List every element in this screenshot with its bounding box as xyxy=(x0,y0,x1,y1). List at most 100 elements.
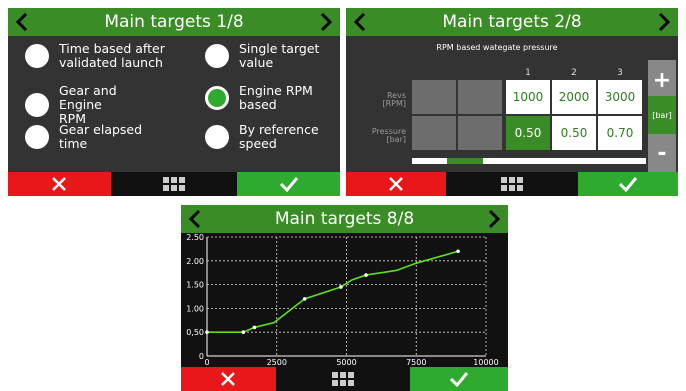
option-label: Engine RPM based xyxy=(239,83,313,112)
y-tick-label: 2.50 xyxy=(186,233,204,242)
decrement-button[interactable]: - xyxy=(648,134,676,172)
confirm-button[interactable] xyxy=(578,172,678,196)
cancel-button[interactable] xyxy=(8,172,111,196)
grid-menu-icon xyxy=(163,177,185,191)
increment-button[interactable]: + xyxy=(648,60,676,100)
confirm-button[interactable] xyxy=(409,367,508,391)
x-tick-label: 2500 xyxy=(267,358,287,367)
y-tick-label: 0 xyxy=(199,352,204,361)
chevron-right-icon xyxy=(658,12,671,32)
option-label: Gear elapsed time xyxy=(59,122,143,151)
option-gear-engine-rpm[interactable]: Gear and Engine RPM xyxy=(25,84,175,126)
next-page-button[interactable] xyxy=(654,8,674,36)
page-title: Main targets 1/8 xyxy=(104,12,244,32)
table-cell-empty xyxy=(458,116,502,150)
table-cell-revs[interactable]: 3000 xyxy=(598,80,642,114)
y-tick-label: 1.50 xyxy=(186,281,204,290)
row-label-pressure: Pressure [bar] xyxy=(346,128,406,144)
data-point xyxy=(241,330,246,334)
scrollbar-thumb[interactable] xyxy=(447,158,484,164)
close-icon xyxy=(52,177,67,191)
data-point xyxy=(252,325,257,330)
screen-header: Main targets 1/8 xyxy=(8,8,340,36)
option-engine-rpm-based[interactable]: Engine RPM based xyxy=(205,84,335,112)
check-icon xyxy=(619,177,638,192)
chart-background xyxy=(181,233,508,367)
option-gear-elapsed-time[interactable]: Gear elapsed time xyxy=(25,123,175,151)
data-point xyxy=(456,249,460,254)
page-title: Main targets 8/8 xyxy=(274,209,415,229)
table-cell-revs[interactable]: 2000 xyxy=(552,80,596,114)
bottom-bar xyxy=(181,367,508,391)
x-tick-label: 5000 xyxy=(336,358,356,367)
page-title: Main targets 2/8 xyxy=(442,12,582,32)
option-time-based[interactable]: Time based after validated launch xyxy=(25,42,175,70)
data-point xyxy=(302,297,307,301)
row-label-revs: Revs [RPM] xyxy=(346,92,406,108)
radio-button[interactable] xyxy=(205,44,229,68)
radio-button[interactable] xyxy=(25,125,49,149)
cancel-button[interactable] xyxy=(181,367,276,391)
target-curve-chart[interactable]: 0 2500 5000 7500 10000 0 0,50 1.00 1.50 2.00 2.50 xyxy=(181,233,508,367)
data-point xyxy=(205,330,209,334)
menu-button[interactable] xyxy=(445,172,579,196)
table-cell-revs[interactable]: 1000 xyxy=(506,80,550,114)
close-icon xyxy=(388,177,403,191)
bottom-bar xyxy=(346,172,678,196)
main-targets-screen-2: Main targets 2/8 RPM based wategate pres… xyxy=(346,8,678,196)
radio-button[interactable] xyxy=(25,93,49,117)
table-cell-empty xyxy=(458,80,502,114)
main-targets-screen-8: Main targets 8/8 0 2500 5000 7500 10000 0 0,50… xyxy=(181,205,508,391)
option-label: Time based after validated launch xyxy=(59,41,165,70)
row-unit: [bar] xyxy=(386,135,406,144)
table-cell-pressure-selected[interactable]: 0.50 xyxy=(506,116,550,150)
chevron-right-icon xyxy=(488,209,501,229)
horizontal-scrollbar[interactable] xyxy=(412,158,646,164)
grid-menu-icon xyxy=(501,177,523,191)
row-unit: [RPM] xyxy=(382,99,406,108)
next-page-button[interactable] xyxy=(484,205,504,233)
menu-button[interactable] xyxy=(110,172,238,196)
column-number: 2 xyxy=(571,68,577,78)
chevron-left-icon xyxy=(188,209,201,229)
confirm-button[interactable] xyxy=(237,172,340,196)
chevron-right-icon xyxy=(320,12,333,32)
table-cell-pressure[interactable]: 0.50 xyxy=(552,116,596,150)
option-reference-speed[interactable]: By reference speed xyxy=(205,123,335,151)
option-label: Gear and Engine RPM xyxy=(59,83,117,126)
check-icon xyxy=(279,177,298,192)
x-tick-label: 7500 xyxy=(406,358,426,367)
screen-header: Main targets 2/8 xyxy=(346,8,678,36)
data-point xyxy=(339,285,343,289)
check-icon xyxy=(449,372,469,387)
table-cell-pressure[interactable]: 0.70 xyxy=(598,116,642,150)
radio-button[interactable] xyxy=(25,44,49,68)
unit-label: [bar] xyxy=(648,96,676,134)
prev-page-button[interactable] xyxy=(350,8,370,36)
y-tick-label: 2.00 xyxy=(186,257,204,266)
table-cell-empty xyxy=(412,80,456,114)
option-label: Single target value xyxy=(239,41,320,70)
cancel-button[interactable] xyxy=(346,172,446,196)
chevron-left-icon xyxy=(353,12,366,32)
prev-page-button[interactable] xyxy=(185,205,205,233)
option-single-target[interactable]: Single target value xyxy=(205,42,335,70)
y-tick-label: 0,50 xyxy=(186,328,204,337)
table-cell-empty xyxy=(412,116,456,150)
bottom-bar xyxy=(8,172,340,196)
radio-button[interactable] xyxy=(205,125,229,149)
chevron-left-icon xyxy=(15,12,28,32)
prev-page-button[interactable] xyxy=(12,8,32,36)
table-subtitle: RPM based wategate pressure xyxy=(436,43,558,52)
option-label: By reference speed xyxy=(239,122,319,151)
data-point xyxy=(364,273,368,277)
x-tick-label: 10000 xyxy=(473,358,498,367)
screen-header: Main targets 8/8 xyxy=(181,205,508,233)
grid-menu-icon xyxy=(331,372,354,386)
next-page-button[interactable] xyxy=(316,8,336,36)
column-number: 3 xyxy=(617,68,623,78)
column-number: 1 xyxy=(525,68,531,78)
radio-button-selected[interactable] xyxy=(205,86,229,110)
main-targets-screen-1: Main targets 1/8 Time based after valida… xyxy=(8,8,340,196)
menu-button[interactable] xyxy=(275,367,410,391)
